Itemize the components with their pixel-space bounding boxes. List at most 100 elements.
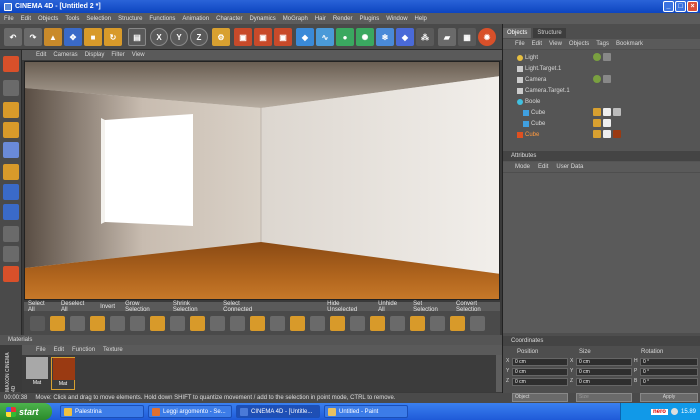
model-mode-icon[interactable] bbox=[3, 80, 19, 96]
tweak-mode-icon[interactable] bbox=[3, 226, 19, 242]
checker-icon[interactable] bbox=[3, 246, 19, 262]
rotation-p-field[interactable]: 0 ° bbox=[640, 368, 698, 376]
texture-tag-icon[interactable] bbox=[593, 130, 601, 138]
menu-mograph[interactable]: MoGraph bbox=[283, 16, 308, 22]
triangulate-icon[interactable] bbox=[410, 316, 425, 331]
live-selection-icon[interactable]: ▲ bbox=[44, 28, 62, 46]
volume-icon[interactable] bbox=[670, 408, 678, 415]
bevel-icon[interactable] bbox=[190, 316, 205, 331]
phong-tag-icon[interactable] bbox=[603, 119, 611, 127]
texture-tag-icon[interactable] bbox=[593, 108, 601, 116]
vp-menu-filter[interactable]: Filter bbox=[111, 52, 124, 58]
obj-menu-view[interactable]: View bbox=[549, 41, 562, 47]
undo-icon[interactable]: ↶ bbox=[4, 28, 22, 46]
menu-selection[interactable]: Selection bbox=[86, 16, 111, 22]
cube-primitive-icon[interactable]: ◆ bbox=[296, 28, 314, 46]
weld-icon[interactable] bbox=[350, 316, 365, 331]
split-icon[interactable] bbox=[390, 316, 405, 331]
object-row-boole[interactable]: Boole bbox=[503, 96, 700, 107]
snap-icon[interactable] bbox=[3, 266, 19, 282]
move-tool-icon[interactable]: ✥ bbox=[64, 28, 82, 46]
slide-icon[interactable] bbox=[310, 316, 325, 331]
menu-edit[interactable]: Edit bbox=[21, 16, 31, 22]
size-y-field[interactable]: 0 cm bbox=[576, 368, 632, 376]
bridge-icon[interactable] bbox=[50, 316, 65, 331]
render-picture-viewer-icon[interactable]: ▣ bbox=[254, 28, 272, 46]
maximize-button[interactable]: □ bbox=[675, 1, 686, 12]
obj-menu-objects[interactable]: Objects bbox=[569, 41, 589, 47]
position-x-field[interactable]: 0 cm bbox=[512, 358, 568, 366]
object-row-light-target[interactable]: Light.Target.1 bbox=[503, 63, 700, 74]
target-tag-icon[interactable] bbox=[593, 75, 601, 83]
taskbar-item-cinema4d[interactable]: CINEMA 4D - [Untitle... bbox=[236, 405, 320, 418]
brush-icon[interactable] bbox=[70, 316, 85, 331]
menu-dynamics[interactable]: Dynamics bbox=[249, 16, 275, 22]
object-mode-icon[interactable] bbox=[3, 102, 19, 118]
material-tag-wood-icon[interactable] bbox=[613, 130, 621, 138]
menu-plugins[interactable]: Plugins bbox=[360, 16, 380, 22]
axis-x-button[interactable]: X bbox=[150, 28, 168, 46]
align-normals-icon[interactable] bbox=[470, 316, 485, 331]
obj-menu-edit[interactable]: Edit bbox=[532, 41, 542, 47]
mirror-icon[interactable] bbox=[270, 316, 285, 331]
normal-move-icon[interactable] bbox=[290, 316, 305, 331]
rotation-h-field[interactable]: 0 ° bbox=[640, 358, 698, 366]
extrude-icon[interactable] bbox=[150, 316, 165, 331]
render-settings-icon[interactable]: ▣ bbox=[274, 28, 292, 46]
redo-icon[interactable]: ↷ bbox=[24, 28, 42, 46]
mat-menu-edit[interactable]: Edit bbox=[54, 347, 64, 353]
clock[interactable]: 15.89 bbox=[681, 409, 696, 415]
edge-cut-icon[interactable] bbox=[130, 316, 145, 331]
obj-menu-tags[interactable]: Tags bbox=[596, 41, 609, 47]
menu-tools[interactable]: Tools bbox=[65, 16, 79, 22]
coordinate-mode-select[interactable]: Object bbox=[512, 393, 568, 402]
lens-tag-icon[interactable] bbox=[603, 53, 611, 61]
material-thumb[interactable]: Mat bbox=[25, 357, 49, 390]
optimize-icon[interactable] bbox=[430, 316, 445, 331]
target-tag-icon[interactable] bbox=[593, 53, 601, 61]
coordinate-system-icon[interactable]: ⚙ bbox=[212, 28, 230, 46]
mat-menu-texture[interactable]: Texture bbox=[103, 347, 123, 353]
scene-object-icon[interactable]: ◆ bbox=[396, 28, 414, 46]
mat-menu-function[interactable]: Function bbox=[72, 347, 95, 353]
scale-tool-icon[interactable]: ■ bbox=[84, 28, 102, 46]
minimize-button[interactable]: _ bbox=[663, 1, 674, 12]
stitch-icon[interactable] bbox=[330, 316, 345, 331]
menu-help[interactable]: Help bbox=[415, 16, 427, 22]
iron-icon[interactable] bbox=[210, 316, 225, 331]
particle-icon[interactable]: ⁂ bbox=[416, 28, 434, 46]
tab-structure[interactable]: Structure bbox=[533, 28, 566, 38]
workplane-icon[interactable] bbox=[3, 142, 19, 158]
create-point-icon[interactable] bbox=[110, 316, 125, 331]
rotation-b-field[interactable]: 0 ° bbox=[640, 378, 698, 386]
axis-y-button[interactable]: Y bbox=[170, 28, 188, 46]
texture-tag-icon[interactable] bbox=[593, 119, 601, 127]
menu-objects[interactable]: Objects bbox=[38, 16, 58, 22]
tab-objects[interactable]: Objects bbox=[503, 28, 532, 38]
vp-menu-cameras[interactable]: Cameras bbox=[53, 52, 77, 58]
layout-icon[interactable]: ▦ bbox=[458, 28, 476, 46]
size-x-field[interactable]: 0 cm bbox=[576, 358, 632, 366]
taskbar-item-paint[interactable]: Untitled - Paint bbox=[324, 405, 408, 418]
menu-animation[interactable]: Animation bbox=[182, 16, 209, 22]
obj-menu-file[interactable]: File bbox=[515, 41, 525, 47]
render-view-icon[interactable]: ▣ bbox=[234, 28, 252, 46]
size-z-field[interactable]: 0 cm bbox=[576, 378, 632, 386]
close-polygon-icon[interactable] bbox=[90, 316, 105, 331]
texture-mode-icon[interactable] bbox=[3, 122, 19, 138]
menu-file[interactable]: File bbox=[4, 16, 14, 22]
menu-functions[interactable]: Functions bbox=[149, 16, 175, 22]
attr-menu-edit[interactable]: Edit bbox=[538, 164, 548, 170]
set-point-value-icon[interactable] bbox=[370, 316, 385, 331]
taskbar-item-browser[interactable]: Leggi argomento - Se... bbox=[148, 405, 232, 418]
material-tag-grey-icon[interactable] bbox=[613, 108, 621, 116]
mat-menu-file[interactable]: File bbox=[36, 347, 46, 353]
phong-tag-icon[interactable] bbox=[603, 108, 611, 116]
vp-menu-edit[interactable]: Edit bbox=[36, 52, 46, 58]
object-row-cube[interactable]: Cube bbox=[503, 107, 700, 118]
size-mode-select[interactable]: Size bbox=[576, 393, 632, 402]
rotate-tool-icon[interactable]: ↻ bbox=[104, 28, 122, 46]
material-thumb[interactable]: Mat bbox=[51, 357, 75, 390]
extrude-inner-icon[interactable] bbox=[170, 316, 185, 331]
camera-icon[interactable]: ▰ bbox=[438, 28, 456, 46]
